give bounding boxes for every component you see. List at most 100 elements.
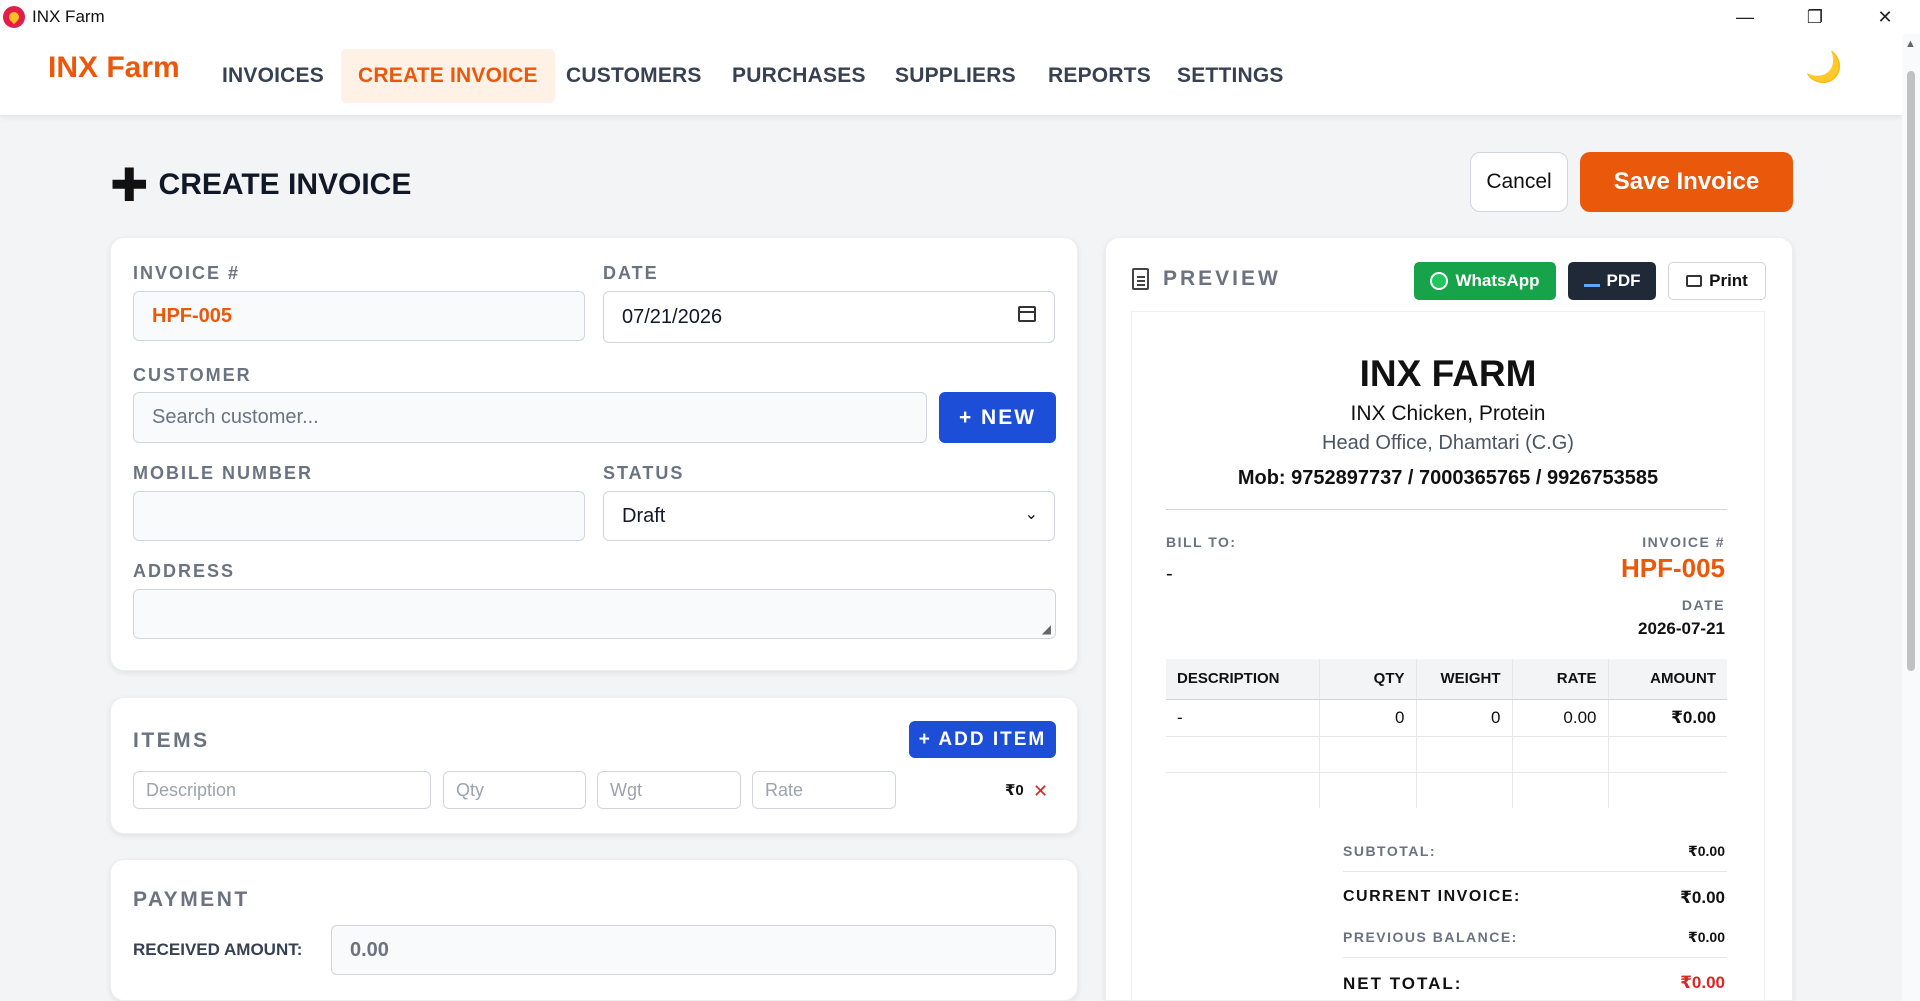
- save-invoice-button[interactable]: Save Invoice: [1580, 152, 1793, 212]
- col-rate: RATE: [1512, 659, 1609, 700]
- cell-qty: 0: [1319, 699, 1417, 737]
- customer-search-input[interactable]: Search customer...: [133, 392, 927, 443]
- bill-to-value: -: [1166, 563, 1173, 585]
- top-navbar: INX Farm INVOICES CREATE INVOICE CUSTOME…: [0, 34, 1902, 116]
- moon-icon[interactable]: 🌙: [1805, 50, 1842, 85]
- printer-icon: [1686, 275, 1703, 287]
- header-divider: [1166, 509, 1727, 510]
- window-title: INX Farm: [32, 7, 105, 26]
- app-logo-icon: [3, 6, 25, 28]
- preview-date-label: DATE: [1681, 597, 1725, 613]
- nav-customers[interactable]: CUSTOMERS: [549, 49, 719, 103]
- add-item-button[interactable]: + ADD ITEM: [909, 721, 1056, 758]
- subtotal-label: SUBTOTAL:: [1343, 843, 1437, 859]
- cancel-button[interactable]: Cancel: [1470, 152, 1568, 212]
- company-name: INX FARM: [1359, 353, 1537, 394]
- preview-invoice-label: INVOICE #: [1642, 534, 1725, 550]
- current-invoice-label: CURRENT INVOICE:: [1343, 888, 1521, 905]
- date-input[interactable]: 07/21/2026: [603, 291, 1055, 343]
- company-mobile: Mob: 9752897737 / 7000365765 / 992675358…: [1237, 467, 1659, 489]
- received-amount-input[interactable]: 0.00: [331, 925, 1056, 975]
- col-description: DESCRIPTION: [1166, 659, 1320, 700]
- new-customer-button[interactable]: + NEW: [939, 392, 1056, 443]
- preview-label: PREVIEW: [1163, 267, 1281, 290]
- page-title-text: CREATE INVOICE: [158, 168, 412, 201]
- cell-rate: 0.00: [1512, 699, 1609, 737]
- item-qty-input[interactable]: Qty: [443, 771, 586, 809]
- address-label: ADDRESS: [133, 561, 236, 581]
- window-controls: — ❐ ✕: [1710, 0, 1920, 34]
- document-icon: [1132, 268, 1149, 290]
- download-icon: [1583, 275, 1600, 287]
- nav-invoices[interactable]: INVOICES: [205, 49, 341, 103]
- nav-create-invoice[interactable]: CREATE INVOICE: [341, 49, 555, 103]
- net-total-label: NET TOTAL:: [1343, 974, 1463, 993]
- print-button[interactable]: Print: [1668, 262, 1766, 300]
- nav-purchases[interactable]: PURCHASES: [715, 49, 883, 103]
- company-address: Head Office, Dhamtari (C.G): [1322, 432, 1574, 454]
- cell-weight: 0: [1416, 699, 1513, 737]
- status-value: Draft: [622, 504, 666, 527]
- whatsapp-icon: [1430, 272, 1449, 290]
- company-subtitle: INX Chicken, Protein: [1350, 402, 1546, 425]
- status-select[interactable]: Draft ⌄: [603, 491, 1055, 541]
- calendar-icon[interactable]: [1018, 306, 1036, 322]
- summary-divider: [1343, 957, 1727, 958]
- resize-grip-icon[interactable]: ◢: [1042, 622, 1051, 636]
- whatsapp-label: WhatsApp: [1455, 271, 1540, 290]
- col-qty: QTY: [1319, 659, 1417, 700]
- col-amount: AMOUNT: [1608, 659, 1727, 700]
- whatsapp-button[interactable]: WhatsApp: [1414, 262, 1556, 300]
- customer-label: CUSTOMER: [133, 365, 252, 385]
- cell-description: -: [1166, 699, 1320, 737]
- nav-reports[interactable]: REPORTS: [1031, 49, 1168, 103]
- mobile-number-label: MOBILE NUMBER: [133, 463, 313, 483]
- nav-settings[interactable]: SETTINGS: [1160, 49, 1301, 103]
- table-row-empty: [1166, 736, 1727, 773]
- brand-logo[interactable]: INX Farm: [48, 51, 180, 85]
- current-invoice-value: ₹0.00: [1680, 888, 1725, 907]
- subtotal-value: ₹0.00: [1688, 843, 1725, 859]
- items-title: ITEMS: [133, 729, 210, 752]
- scroll-thumb[interactable]: [1907, 71, 1915, 671]
- pdf-label: PDF: [1606, 271, 1641, 290]
- summary-divider: [1343, 871, 1727, 872]
- window-titlebar: INX Farm — ❐ ✕: [0, 0, 1920, 34]
- item-description-input[interactable]: Description: [133, 771, 431, 809]
- remove-item-icon[interactable]: ✕: [1033, 781, 1048, 802]
- page-title: ✚ CREATE INVOICE: [110, 162, 411, 208]
- address-textarea[interactable]: ◢: [133, 589, 1056, 639]
- scroll-up-icon[interactable]: ▲: [1905, 38, 1916, 50]
- plus-icon: ✚: [110, 159, 149, 211]
- cell-amount: ₹0.00: [1608, 699, 1727, 737]
- restore-button[interactable]: ❐: [1780, 0, 1850, 34]
- previous-balance-value: ₹0.00: [1688, 929, 1725, 945]
- preview-date-value: 2026-07-21: [1638, 619, 1725, 638]
- pdf-button[interactable]: PDF: [1568, 262, 1656, 300]
- page-scrollbar[interactable]: ▲: [1902, 34, 1920, 1001]
- item-row-total: ₹0: [1005, 782, 1024, 799]
- net-total-value: ₹0.00: [1680, 973, 1725, 992]
- date-label: DATE: [603, 263, 659, 283]
- items-card: [110, 697, 1078, 834]
- item-weight-input[interactable]: Wgt: [597, 771, 741, 809]
- item-rate-input[interactable]: Rate: [752, 771, 896, 809]
- table-row-empty: [1166, 772, 1727, 808]
- bill-to-label: BILL TO:: [1166, 534, 1237, 550]
- nav-suppliers[interactable]: SUPPLIERS: [878, 49, 1033, 103]
- close-window-button[interactable]: ✕: [1850, 0, 1920, 34]
- preview-items-table: DESCRIPTION QTY WEIGHT RATE AMOUNT - 0 0…: [1166, 659, 1727, 808]
- payment-title: PAYMENT: [133, 888, 250, 911]
- minimize-button[interactable]: —: [1710, 0, 1780, 34]
- preview-header: PREVIEW: [1132, 267, 1281, 291]
- preview-invoice-number: HPF-005: [1620, 553, 1725, 583]
- status-label: STATUS: [603, 463, 685, 483]
- invoice-number-label: INVOICE #: [133, 263, 241, 283]
- received-amount-label: RECEIVED AMOUNT:: [133, 940, 303, 959]
- previous-balance-label: PREVIOUS BALANCE:: [1343, 929, 1518, 945]
- print-label: Print: [1709, 271, 1748, 290]
- date-value: 07/21/2026: [622, 305, 723, 328]
- mobile-number-input[interactable]: [133, 491, 585, 541]
- col-weight: WEIGHT: [1416, 659, 1513, 700]
- invoice-number-input[interactable]: HPF-005: [133, 291, 585, 341]
